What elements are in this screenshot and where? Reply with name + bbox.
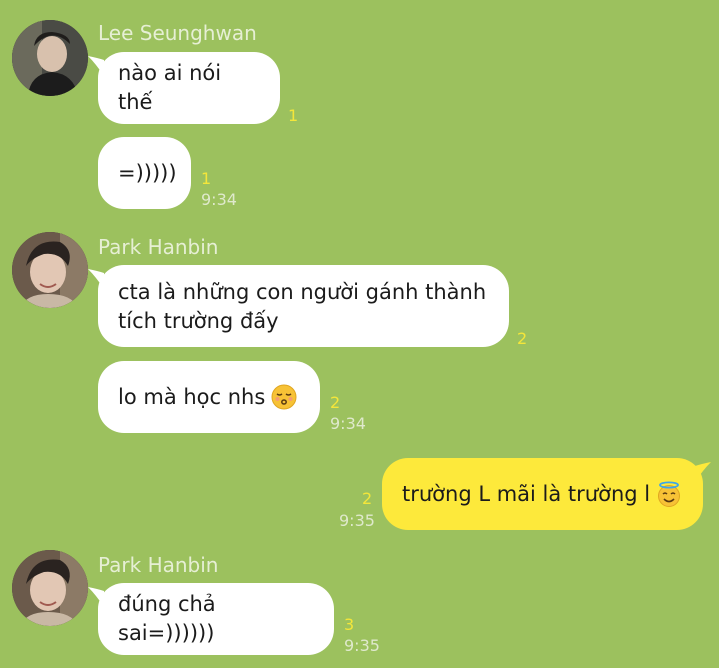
kissing-face-emoji <box>271 384 297 410</box>
sender-name: Park Hanbin <box>98 553 219 577</box>
message-text-line-1: cta là những con người gánh thành <box>118 280 487 304</box>
message-bubble[interactable]: lo mà học nhs <box>98 361 320 433</box>
smiling-face-with-halo-emoji <box>658 481 681 507</box>
sender-name: Lee Seunghwan <box>98 21 257 45</box>
unread-count: 1 <box>288 106 299 125</box>
unread-count: 1 <box>201 169 212 188</box>
message-text-line-2: tích trường đấy <box>118 309 279 333</box>
unread-count: 2 <box>330 393 341 412</box>
avatar-lee-seunghwan[interactable] <box>12 20 88 96</box>
timestamp: 9:35 <box>344 636 380 655</box>
message-bubble[interactable]: cta là những con người gánh thành tích t… <box>98 265 509 347</box>
avatar-park-hanbin[interactable] <box>12 550 88 626</box>
timestamp: 9:34 <box>330 414 366 433</box>
message-text: trường L mãi là trường l <box>402 481 651 506</box>
unread-count: 3 <box>344 615 355 634</box>
bubble-tail <box>695 462 711 482</box>
message-text: đúng chả sai=)))))) <box>118 592 216 645</box>
message-text: lo mà học nhs <box>118 384 266 409</box>
message-bubble[interactable]: nào ai nói thế <box>98 52 280 124</box>
timestamp: 9:35 <box>339 511 375 530</box>
message-text: =))))) <box>118 160 177 185</box>
message-bubble[interactable]: đúng chả sai=)))))) <box>98 583 334 655</box>
outgoing-message-bubble[interactable]: trường L mãi là trường l <box>382 458 703 530</box>
unread-count: 2 <box>517 329 528 348</box>
message-bubble[interactable]: =))))) <box>98 137 191 209</box>
avatar-park-hanbin[interactable] <box>12 232 88 308</box>
unread-count: 2 <box>362 489 373 508</box>
message-text: nào ai nói thế <box>118 61 222 114</box>
timestamp: 9:34 <box>201 190 237 209</box>
sender-name: Park Hanbin <box>98 235 219 259</box>
